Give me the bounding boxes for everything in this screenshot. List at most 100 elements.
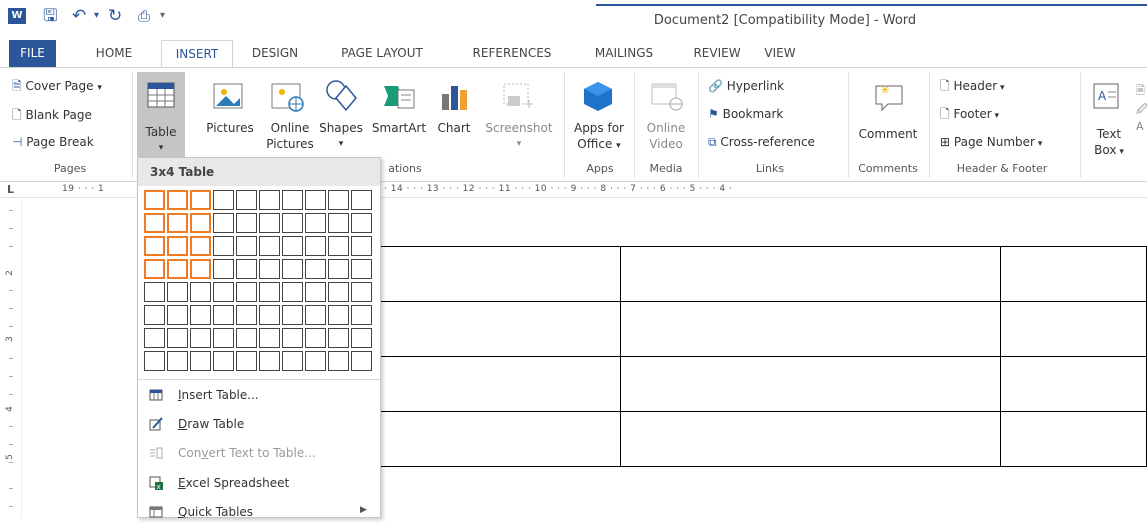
table-grid-cell[interactable] xyxy=(144,190,165,210)
table-cell[interactable] xyxy=(619,411,1001,467)
chart-button[interactable]: Chart xyxy=(434,74,474,156)
tab-file[interactable]: FILE xyxy=(9,40,56,67)
table-grid-cell[interactable] xyxy=(144,259,165,279)
table-grid-cell[interactable] xyxy=(351,213,372,233)
table-grid-cell[interactable] xyxy=(144,282,165,302)
insert-table-menu-item[interactable]: Insert Table... xyxy=(138,381,380,410)
table-grid-cell[interactable] xyxy=(167,328,188,348)
table-grid-cell[interactable] xyxy=(305,213,326,233)
footer-button[interactable]: 🗋 Footer ▾ xyxy=(940,106,999,124)
table-grid-cell[interactable] xyxy=(328,190,349,210)
table-cell[interactable] xyxy=(999,356,1147,412)
apps-for-office-button[interactable]: Apps for Office ▾ xyxy=(568,74,630,156)
table-grid-cell[interactable] xyxy=(328,236,349,256)
table-grid-cell[interactable] xyxy=(190,213,211,233)
table-grid-cell[interactable] xyxy=(305,259,326,279)
table-grid-cell[interactable] xyxy=(190,351,211,371)
table-grid-cell[interactable] xyxy=(259,190,280,210)
excel-spreadsheet-menu-item[interactable]: x Excel Spreadsheet xyxy=(138,469,380,498)
table-grid-cell[interactable] xyxy=(167,305,188,325)
table-grid-cell[interactable] xyxy=(305,236,326,256)
table-cell[interactable] xyxy=(619,246,1001,302)
table-grid-cell[interactable] xyxy=(351,328,372,348)
comment-button[interactable]: ✳ Comment xyxy=(852,74,924,156)
table-grid-cell[interactable] xyxy=(328,282,349,302)
table-grid-cell[interactable] xyxy=(305,328,326,348)
table-grid-cell[interactable] xyxy=(144,328,165,348)
table-grid-cell[interactable] xyxy=(167,259,188,279)
table-grid-cell[interactable] xyxy=(259,328,280,348)
table-grid-cell[interactable] xyxy=(213,213,234,233)
tab-insert[interactable]: INSERT xyxy=(161,40,233,68)
table-grid-cell[interactable] xyxy=(282,328,303,348)
print-preview-icon[interactable]: ⎙ xyxy=(138,6,150,26)
table-grid-cell[interactable] xyxy=(282,190,303,210)
table-grid-cell[interactable] xyxy=(167,190,188,210)
table-grid-cell[interactable] xyxy=(236,305,257,325)
table-grid-cell[interactable] xyxy=(236,236,257,256)
table-cell[interactable] xyxy=(999,301,1147,357)
table-grid-cell[interactable] xyxy=(167,213,188,233)
header-button[interactable]: 🗋 Header ▾ xyxy=(940,78,1005,96)
table-cell[interactable] xyxy=(619,356,1001,412)
table-grid-cell[interactable] xyxy=(144,236,165,256)
table-grid-cell[interactable] xyxy=(236,328,257,348)
online-pictures-button[interactable]: Online Pictures xyxy=(262,74,318,156)
redo-icon[interactable]: ↻ xyxy=(108,6,122,26)
cross-reference-button[interactable]: ⧉ Cross-reference xyxy=(708,134,815,150)
tab-stop-selector[interactable]: L xyxy=(7,183,15,196)
table-grid-cell[interactable] xyxy=(282,351,303,371)
table-grid-cell[interactable] xyxy=(236,190,257,210)
tab-design[interactable]: DESIGN xyxy=(246,40,304,67)
table-grid-cell[interactable] xyxy=(167,282,188,302)
table-grid-cell[interactable] xyxy=(236,213,257,233)
tab-view[interactable]: VIEW xyxy=(752,40,808,67)
table-grid-cell[interactable] xyxy=(259,236,280,256)
table-grid-cell[interactable] xyxy=(144,351,165,371)
tab-review[interactable]: REVIEW xyxy=(684,40,750,67)
table-grid-cell[interactable] xyxy=(351,351,372,371)
table-grid-cell[interactable] xyxy=(190,305,211,325)
table-grid-cell[interactable] xyxy=(328,305,349,325)
shapes-button[interactable]: Shapes ▾ xyxy=(316,74,366,156)
table-grid-cell[interactable] xyxy=(213,328,234,348)
text-box-button[interactable]: A Text Box ▾ xyxy=(1086,74,1132,157)
hyperlink-button[interactable]: 🔗 Hyperlink xyxy=(708,78,784,94)
table-grid-cell[interactable] xyxy=(259,351,280,371)
quick-tables-menu-item[interactable]: Quick Tables ▶ xyxy=(138,498,380,527)
table-grid-cell[interactable] xyxy=(144,305,165,325)
draw-table-menu-item[interactable]: Draw Table xyxy=(138,410,380,439)
blank-page-button[interactable]: 🗋 Blank Page xyxy=(12,107,92,123)
cover-page-button[interactable]: 🗎 Cover Page ▾ xyxy=(12,78,102,96)
table-grid-cell[interactable] xyxy=(351,190,372,210)
pictures-button[interactable]: Pictures xyxy=(202,74,258,156)
table-grid-cell[interactable] xyxy=(305,190,326,210)
table-grid-cell[interactable] xyxy=(213,282,234,302)
table-grid-cell[interactable] xyxy=(213,236,234,256)
undo-icon[interactable]: ↶ xyxy=(72,6,86,26)
vertical-ruler[interactable]: 2 3 4 5 xyxy=(0,198,22,518)
table-grid-cell[interactable] xyxy=(213,305,234,325)
table-grid-cell[interactable] xyxy=(282,282,303,302)
table-grid-cell[interactable] xyxy=(190,328,211,348)
table-grid-cell[interactable] xyxy=(236,282,257,302)
tab-references[interactable]: REFERENCES xyxy=(460,40,564,67)
tab-page-layout[interactable]: PAGE LAYOUT xyxy=(328,40,436,67)
smartart-button[interactable]: SmartArt xyxy=(366,74,432,156)
table-grid-cell[interactable] xyxy=(259,305,280,325)
undo-dropdown-icon[interactable]: ▾ xyxy=(94,6,99,26)
customize-qat-icon[interactable]: ▾ xyxy=(160,6,165,26)
table-grid-cell[interactable] xyxy=(305,351,326,371)
table-grid-cell[interactable] xyxy=(213,190,234,210)
table-grid-cell[interactable] xyxy=(213,351,234,371)
table-size-grid[interactable] xyxy=(144,190,376,374)
table-grid-cell[interactable] xyxy=(351,282,372,302)
table-grid-cell[interactable] xyxy=(190,282,211,302)
bookmark-button[interactable]: ⚑ Bookmark xyxy=(708,106,783,122)
table-grid-cell[interactable] xyxy=(328,328,349,348)
table-cell[interactable] xyxy=(619,301,1001,357)
table-grid-cell[interactable] xyxy=(190,190,211,210)
table-cell[interactable] xyxy=(999,411,1147,467)
table-grid-cell[interactable] xyxy=(282,213,303,233)
table-grid-cell[interactable] xyxy=(213,259,234,279)
